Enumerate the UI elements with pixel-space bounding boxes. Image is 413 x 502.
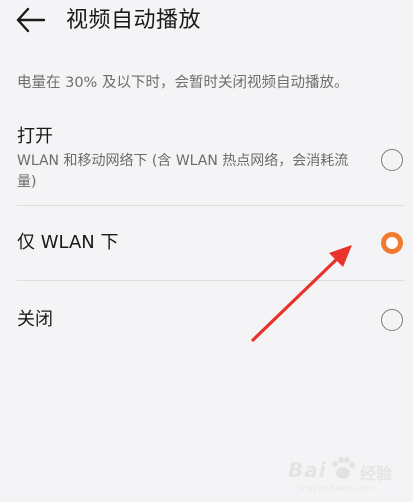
option-wlan-only-radio[interactable] <box>381 232 403 254</box>
option-off-radio[interactable] <box>381 309 403 331</box>
option-off-title: 关闭 <box>17 309 53 330</box>
option-off[interactable]: 关闭 <box>0 281 413 357</box>
option-on-title: 打开 <box>17 126 53 147</box>
back-button[interactable] <box>14 6 50 38</box>
app-header: 视频自动播放 <box>0 0 413 48</box>
watermark-logo-text: Bai <box>288 458 327 482</box>
paw-icon <box>332 457 355 479</box>
option-wlan-only-title: 仅 WLAN 下 <box>17 232 119 253</box>
page-title: 视频自动播放 <box>66 8 202 33</box>
watermark-url: jingyan.baidu.com <box>298 484 372 493</box>
arrow-left-icon <box>16 7 46 33</box>
watermark-logo-suffix: 经验 <box>360 464 393 483</box>
option-on-description: WLAN 和移动网络下 (含 WLAN 热点网络，会消耗流量) <box>17 153 349 190</box>
option-on-radio[interactable] <box>381 149 403 171</box>
battery-note: 电量在 30% 及以下时，会暂时关闭视频自动播放。 <box>17 75 349 91</box>
watermark: Bai 经验 jingyan.baidu.com <box>288 452 400 496</box>
option-wlan-only[interactable]: 仅 WLAN 下 <box>0 206 413 280</box>
option-on[interactable]: 打开 WLAN 和移动网络下 (含 WLAN 热点网络，会消耗流量) <box>0 118 413 204</box>
